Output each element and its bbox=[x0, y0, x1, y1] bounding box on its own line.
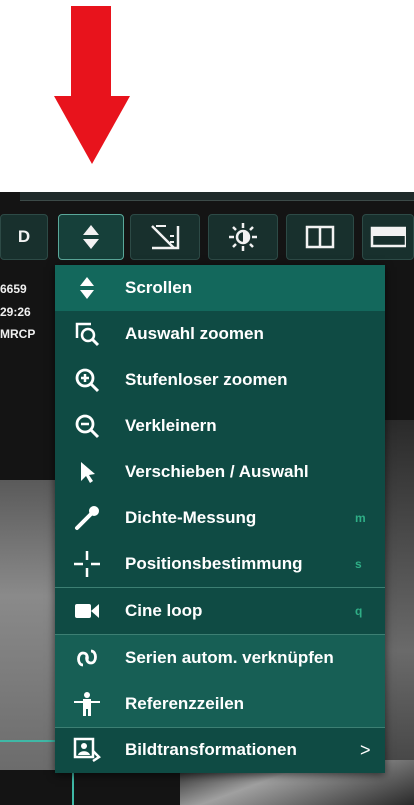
pipette-icon bbox=[73, 504, 101, 532]
menu-item-verschieben-auswahl[interactable]: Verschieben / Auswahl bbox=[55, 449, 385, 495]
menu-item-label: Serien autom. verknüpfen bbox=[125, 648, 334, 667]
menu-item-shortcut: s bbox=[355, 557, 362, 571]
menu-item-shortcut: m bbox=[355, 511, 366, 525]
brightness-icon bbox=[229, 223, 257, 251]
submenu-chevron: > bbox=[360, 739, 371, 760]
menu-item-dichte-messung[interactable]: Dichte-Messung m bbox=[55, 495, 385, 541]
overlay-text-line-1: 6659 bbox=[0, 282, 27, 296]
toolbar-first-label: D bbox=[17, 227, 31, 246]
up-down-arrows-icon bbox=[73, 274, 101, 302]
up-down-arrows-icon bbox=[83, 225, 99, 249]
link-icon bbox=[73, 644, 101, 672]
annotation-arrow-shaft bbox=[71, 6, 111, 98]
video-camera-icon bbox=[73, 597, 101, 625]
menu-item-label: Verschieben / Auswahl bbox=[125, 462, 309, 481]
menu-item-label: Verkleinern bbox=[125, 416, 217, 435]
menu-item-label: Scrollen bbox=[125, 278, 193, 297]
mri-image-region-right bbox=[385, 420, 414, 805]
menu-item-label: Dichte-Messung bbox=[125, 508, 257, 527]
split-layout-icon bbox=[305, 225, 335, 249]
menu-item-serien-verknuepfen[interactable]: Serien autom. verknüpfen bbox=[55, 635, 385, 681]
image-transform-icon bbox=[73, 736, 101, 764]
toolbar-layout-button[interactable] bbox=[362, 214, 414, 260]
menu-item-stufenloser-zoomen[interactable]: Stufenloser zoomen bbox=[55, 357, 385, 403]
zoom-out-icon bbox=[73, 412, 101, 440]
menu-item-label: Stufenloser zoomen bbox=[125, 370, 288, 389]
toolbar-brightness-button[interactable] bbox=[208, 214, 278, 260]
reference-lines-icon bbox=[73, 690, 101, 718]
menu-item-label: Cine loop bbox=[125, 601, 203, 620]
zoom-region-icon bbox=[73, 320, 101, 348]
menu-item-cine-loop[interactable]: Cine loop q bbox=[55, 588, 385, 634]
viewer-top-strip bbox=[20, 192, 414, 201]
menu-item-positionsbestimmung[interactable]: Positionsbestimmung s bbox=[55, 541, 385, 587]
pointer-icon bbox=[73, 458, 101, 486]
ruler-triangle-icon bbox=[151, 225, 180, 250]
toolbar-measure-button[interactable] bbox=[130, 214, 200, 260]
overlay-text-line-2: 29:26 bbox=[0, 305, 31, 319]
menu-item-shortcut: q bbox=[355, 604, 363, 618]
toolbar-first-button[interactable]: D bbox=[0, 214, 48, 260]
menu-item-bildtransformationen[interactable]: Bildtransformationen > bbox=[55, 727, 385, 773]
layout-icon bbox=[370, 226, 406, 248]
crosshair-icon bbox=[73, 550, 101, 578]
menu-item-scrollen[interactable]: Scrollen bbox=[55, 265, 385, 311]
overlay-text-line-3: MRCP bbox=[0, 327, 36, 341]
toolbar-scroll-button[interactable] bbox=[58, 214, 124, 260]
menu-item-label: Positionsbestimmung bbox=[125, 554, 303, 573]
mri-image-region-left bbox=[0, 480, 62, 770]
menu-item-auswahl-zoomen[interactable]: Auswahl zoomen bbox=[55, 311, 385, 357]
annotation-arrow-head bbox=[54, 96, 130, 164]
menu-item-label: Referenzzeilen bbox=[125, 694, 245, 713]
menu-item-verkleinern[interactable]: Verkleinern bbox=[55, 403, 385, 449]
toolbar-layout-split-button[interactable] bbox=[286, 214, 354, 260]
menu-item-label: Bildtransformationen bbox=[125, 740, 297, 759]
zoom-in-icon bbox=[73, 366, 101, 394]
menu-item-label: Auswahl zoomen bbox=[125, 324, 264, 343]
tool-dropdown-menu: Scrollen Auswahl zoomen Stufenloser zoom… bbox=[55, 265, 385, 773]
menu-item-referenzzeilen[interactable]: Referenzzeilen bbox=[55, 681, 385, 727]
